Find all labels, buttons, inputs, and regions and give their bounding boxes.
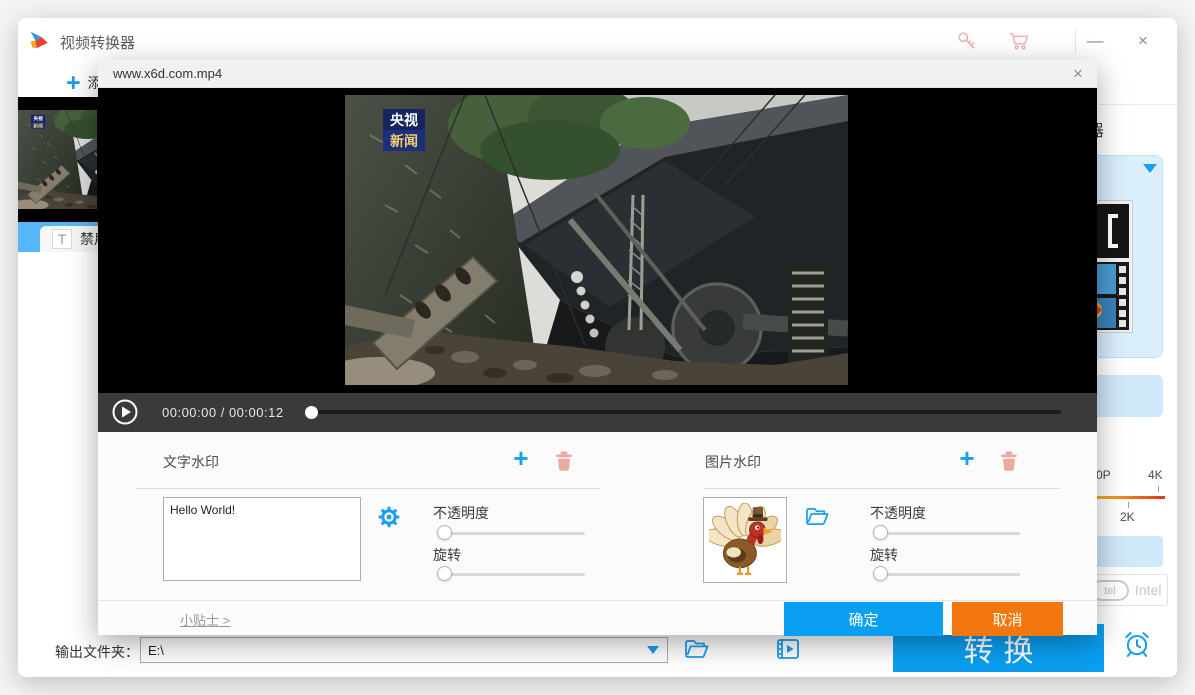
text-opacity-slider[interactable] — [437, 525, 585, 541]
text-rotate-slider[interactable] — [437, 566, 585, 582]
tips-link[interactable]: 小贴士 > — [180, 610, 230, 629]
open-folder-button[interactable] — [684, 636, 710, 662]
shopping-cart-icon[interactable] — [1008, 30, 1030, 52]
image-opacity-handle[interactable] — [873, 525, 888, 540]
turkey-image — [709, 503, 781, 577]
text-rotate-label: 旋转 — [433, 545, 461, 565]
image-rotate-slider[interactable] — [873, 566, 1020, 582]
combobox-dropdown-icon — [647, 646, 659, 654]
watermark-text-input[interactable]: Hello World! — [163, 497, 361, 581]
screen: 视频转换器 — × + 添 — [0, 0, 1195, 695]
dialog-close-button[interactable]: × — [1064, 62, 1092, 86]
play-button[interactable] — [112, 399, 138, 425]
browse-image-folder-icon[interactable] — [805, 505, 830, 528]
playback-time: 00:00:00 / 00:00:12 — [162, 405, 284, 420]
delete-text-watermark-icon[interactable] — [555, 451, 573, 471]
dialog-titlebar: www.x6d.com.mp4 × — [98, 60, 1097, 88]
intel-label: Intel — [1135, 582, 1161, 598]
format-dropdown-icon[interactable] — [1143, 164, 1157, 173]
resolution-left-label: 0P — [1096, 468, 1111, 482]
video-preview — [345, 95, 848, 385]
text-opacity-handle[interactable] — [437, 525, 452, 540]
dialog-title: www.x6d.com.mp4 — [113, 66, 222, 81]
cancel-button[interactable]: 取消 — [952, 602, 1063, 636]
output-folder-label: 输出文件夹： — [55, 642, 139, 662]
minimize-button[interactable]: — — [1080, 28, 1110, 54]
image-rotate-label: 旋转 — [870, 545, 898, 565]
image-section-divider — [703, 488, 1060, 489]
text-opacity-label: 不透明度 — [433, 503, 489, 523]
app-title: 视频转换器 — [60, 32, 135, 53]
app-logo-icon — [28, 29, 50, 51]
titlebar: 视频转换器 — × — [18, 18, 1177, 62]
text-section-divider — [135, 488, 600, 489]
image-watermark-header: 图片水印 — [705, 452, 761, 472]
output-folder-value: E:\ — [141, 643, 647, 658]
resolution-tick-4k — [1158, 486, 1159, 492]
playback-bar: 00:00:00 / 00:00:12 — [98, 393, 1097, 432]
text-tool-icon: T — [52, 229, 72, 249]
seek-handle[interactable] — [305, 406, 318, 419]
plus-icon: + — [66, 71, 81, 95]
close-window-button[interactable]: × — [1128, 28, 1158, 54]
video-thumbnail[interactable] — [18, 110, 97, 209]
video-preview-region — [98, 88, 1097, 393]
titlebar-separator — [1075, 30, 1076, 54]
seek-bar[interactable] — [305, 410, 1061, 414]
dialog-footer: 小贴士 > 确定 取消 — [98, 600, 1097, 635]
add-image-watermark-button[interactable]: + — [954, 446, 980, 472]
image-opacity-slider[interactable] — [873, 525, 1020, 541]
ok-button[interactable]: 确定 — [784, 602, 943, 636]
add-files-button[interactable]: + 添 — [66, 70, 102, 96]
add-text-watermark-button[interactable]: + — [508, 446, 534, 472]
image-rotate-handle[interactable] — [873, 566, 888, 581]
watermark-dialog: www.x6d.com.mp4 × 00:00:00 / 00:00:12 文字… — [98, 60, 1097, 635]
schedule-alarm-icon[interactable] — [1122, 629, 1152, 659]
delete-image-watermark-icon[interactable] — [1000, 451, 1018, 471]
output-folder-combobox[interactable]: E:\ — [140, 637, 668, 663]
text-watermark-header: 文字水印 — [163, 452, 219, 472]
resolution-tick-2k — [1128, 502, 1129, 508]
text-settings-gear-icon[interactable] — [377, 505, 401, 529]
resolution-mid-label: 2K — [1120, 510, 1135, 524]
watermark-settings: 文字水印 + Hello World! 不透明度 — [98, 432, 1097, 600]
media-info-button[interactable] — [775, 636, 801, 662]
text-rotate-handle[interactable] — [437, 566, 452, 581]
image-opacity-label: 不透明度 — [870, 503, 926, 523]
image-watermark-preview — [703, 497, 787, 583]
resolution-right-label: 4K — [1148, 468, 1163, 482]
register-key-icon[interactable] — [956, 30, 978, 52]
